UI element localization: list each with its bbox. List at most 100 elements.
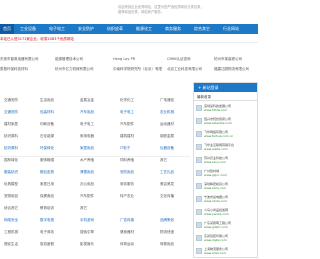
category-link[interactable]: 滑雪用品 [80,170,94,175]
category-link[interactable]: IT电子 [120,146,130,151]
category-link[interactable]: 箱包皮具 [40,170,54,175]
category-link[interactable]: 网络安全 [4,218,18,223]
latest-item[interactable]: 义乌小商品批发网 www.ywxsp.com [196,208,257,220]
category-link[interactable]: 手机游戏 [80,218,94,223]
category-link[interactable]: 服饰鞋帽 [40,158,54,163]
category-link[interactable]: 家居用品 [80,146,94,151]
category-link[interactable]: 纺织原料 [4,146,18,151]
company-link[interactable]: 中南科学院研究所（北京）有限 [113,67,162,72]
category-link[interactable]: 家用电器 [80,134,94,139]
nav-item-industry-sites[interactable]: 行业网站 [223,24,239,34]
category-link[interactable]: 纺织原料 [4,134,18,139]
category-link[interactable]: 旅游度假 [40,242,54,247]
category-link[interactable]: 汽车配件 [80,194,94,199]
site-thumbnail-icon [196,248,202,254]
category-link[interactable]: 搜索引擎 [80,230,94,235]
submit-site-button[interactable]: + 新站登录 [194,83,257,92]
category-link[interactable]: 建筑建材 [120,134,134,139]
category-link[interactable]: 电子电工 [120,110,134,115]
category-link[interactable]: 家居日用 [40,182,54,187]
nav-item-textile[interactable]: 纺织皮革 [107,24,123,34]
nav-item-energy[interactable]: 能源化工 [136,24,152,34]
company-link[interactable]: CMMI认证咨询 [167,57,191,62]
category-link[interactable]: 服装纺织 [4,170,18,175]
category-link[interactable]: 石化能源 [40,134,54,139]
category-link[interactable]: 交通安防 [4,98,18,103]
company-link[interactable]: 北京工业科技有限公司 [167,67,202,72]
company-link[interactable]: Heng Lay PR [113,57,135,62]
category-link[interactable]: 体育运动 [120,242,134,247]
category-link[interactable]: 其它 [80,206,87,211]
company-link[interactable]: 东莞市普奥电器有限公司 [0,57,39,62]
site-thumbnail-icon [196,209,202,215]
category-link[interactable]: 饲料养殖 [120,158,134,163]
category-link[interactable]: 汽车用品 [80,110,94,115]
category-link[interactable]: 工程机械 [4,230,18,235]
category-link[interactable]: 物流快递 [160,230,174,235]
category-link[interactable]: 教育培训 [40,206,54,211]
category-link[interactable]: 母婴用品 [160,242,174,247]
category-link[interactable]: 特产农业 [120,194,134,199]
latest-item[interactable]: 东莞包装印刷公司 www.dgbz.com [196,234,257,246]
category-link[interactable]: 影视娱乐 [80,242,94,247]
category-link[interactable]: 办公用品 [80,182,94,187]
category-link[interactable]: 交通安防 [4,110,18,115]
category-link[interactable]: 安防用品 [120,170,134,175]
latest-item[interactable]: 上海物流服务公司 www.shwl.com [196,247,257,259]
latest-item-url: www.aisite.com [204,147,228,151]
company-link[interactable]: 能源管理技术公司 [55,57,83,62]
nav-item-safety[interactable]: 安全防护 [78,24,94,34]
category-link[interactable]: 建材家居 [4,122,18,127]
latest-item[interactable]: 宁波市某电器公司 www.nbdq.com [196,195,257,207]
nav-item-electronics[interactable]: 电子电工 [49,24,65,34]
category-link[interactable]: 健身器材 [120,230,134,235]
company-link[interactable]: 杭州市某装修公司 [214,57,242,62]
category-link[interactable]: 金属冶金 [80,98,94,103]
latest-item-url: www.gdzm.com [204,225,228,229]
latest-item[interactable]: 绍兴市轻纺贸易公司 www.sstextile.com [196,117,257,129]
latest-item[interactable]: 苏州农业科技公司 www.szny.com [196,156,257,168]
category-link[interactable]: 工艺礼品 [160,170,174,175]
category-link[interactable]: 农业机械 [160,110,174,115]
latest-item[interactable]: 深圳某科技发展公司 www.fdhiw.com [196,104,257,116]
category-link[interactable]: 电子电工 [80,122,94,127]
company-link[interactable]: 杭州市亿力机械有限公司 [55,67,94,72]
category-link[interactable]: 保健食品 [40,194,54,199]
company-link[interactable]: 泰昌环保科技材料 [0,67,28,72]
category-link[interactable]: 仪器设备 [160,146,174,151]
company-link[interactable]: 福建达顺物流有限公司 [214,67,249,72]
nav-item-home[interactable]: 首页 [0,24,14,34]
category-link[interactable]: 综合其它 [4,206,18,211]
category-link[interactable]: 包装材料 [40,110,54,115]
category-link[interactable]: 文化传播 [160,194,174,199]
category-link[interactable]: 环保绿化 [40,146,54,151]
category-link[interactable]: 其它 [160,158,167,163]
category-link[interactable]: 印刷设备 [40,122,54,127]
latest-item[interactable]: 飞华业互联网营销平台 www.aisite.com [196,143,257,155]
category-link[interactable]: 汽车配件 [120,122,134,127]
category-link[interactable]: 生活用品 [40,98,54,103]
latest-item[interactable]: 深圳精密模具公司 www.szmj.com [196,182,257,194]
category-link[interactable]: 便民生活 [4,242,18,247]
category-link[interactable]: 运动器材 [160,122,174,127]
category-link[interactable]: 化学化工 [120,98,134,103]
latest-item[interactable]: 广州建材城 www.gzjcc.com [196,169,257,181]
category-link[interactable]: 园林绿化 [4,158,18,163]
nav-item-business[interactable]: 商务服务 [165,24,181,34]
category-link[interactable]: 美容美发 [160,182,174,187]
category-link[interactable]: 商务服务 [120,182,134,187]
category-link[interactable]: 广电通信 [160,98,174,103]
latest-item[interactable]: 广东某照明工程公司 www.gdzm.com [196,221,257,233]
category-link[interactable]: 电子商务 [40,230,54,235]
category-link[interactable]: 钢铁金属 [160,134,174,139]
category-link[interactable]: 品牌策划 [160,218,174,223]
nav-item-industrial[interactable]: 工业设备 [20,24,36,34]
category-link[interactable]: 宠物用品 [4,194,18,199]
category-link[interactable]: 数字电视 [40,218,54,223]
category-link[interactable]: 广告传媒 [120,218,134,223]
category-link[interactable]: 玩具模型 [4,182,18,187]
latest-item[interactable]: 飞华网络有限公司 www.feihua.com.cn [196,130,257,142]
nav-item-other[interactable]: 综合其它 [194,24,210,34]
category-link[interactable]: 水产养殖 [80,158,94,163]
latest-item-url: www.gzjcc.com [204,173,228,177]
